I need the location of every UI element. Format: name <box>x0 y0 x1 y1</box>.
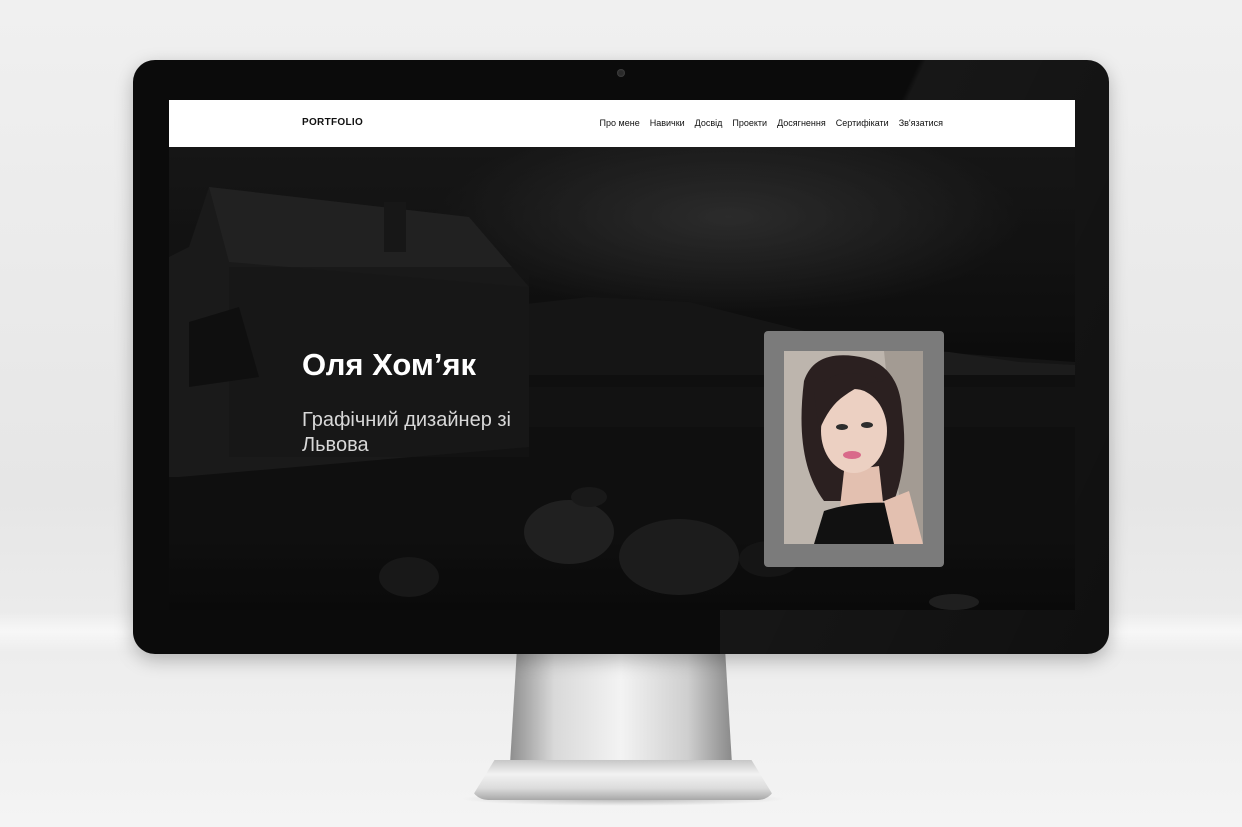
monitor-stand-neck <box>510 654 732 764</box>
nav-link-contact[interactable]: Зв'язатися <box>899 118 943 128</box>
nav-link-about[interactable]: Про мене <box>600 118 640 128</box>
monitor-mockup-scene: PORTFOLIO Про мене Навички Досвід Проект… <box>0 0 1242 827</box>
nav-link-skills[interactable]: Навички <box>650 118 685 128</box>
logo-link[interactable]: PORTFOLIO <box>302 117 363 128</box>
hero-section: Оля Хом’як Графічний дизайнер зі Львова <box>169 147 1075 610</box>
nav-link-projects[interactable]: Проекти <box>732 118 767 128</box>
hero-subtitle: Графічний дизайнер зі Львова <box>302 409 511 456</box>
hero-name-heading: Оля Хом’як <box>302 347 477 382</box>
profile-photo-frame <box>764 331 944 567</box>
monitor-stand-base <box>470 760 776 800</box>
nav-link-achievements[interactable]: Досягнення <box>777 118 826 128</box>
website-screen: PORTFOLIO Про мене Навички Досвід Проект… <box>169 100 1075 610</box>
nav-link-experience[interactable]: Досвід <box>695 118 723 128</box>
portrait-image <box>784 351 923 544</box>
profile-photo <box>784 351 923 544</box>
camera-icon <box>617 69 625 77</box>
nav-link-certificates[interactable]: Сертифікати <box>836 118 889 128</box>
navbar: PORTFOLIO Про мене Навички Досвід Проект… <box>169 100 1075 147</box>
nav-menu: Про мене Навички Досвід Проекти Досягнен… <box>600 118 943 128</box>
